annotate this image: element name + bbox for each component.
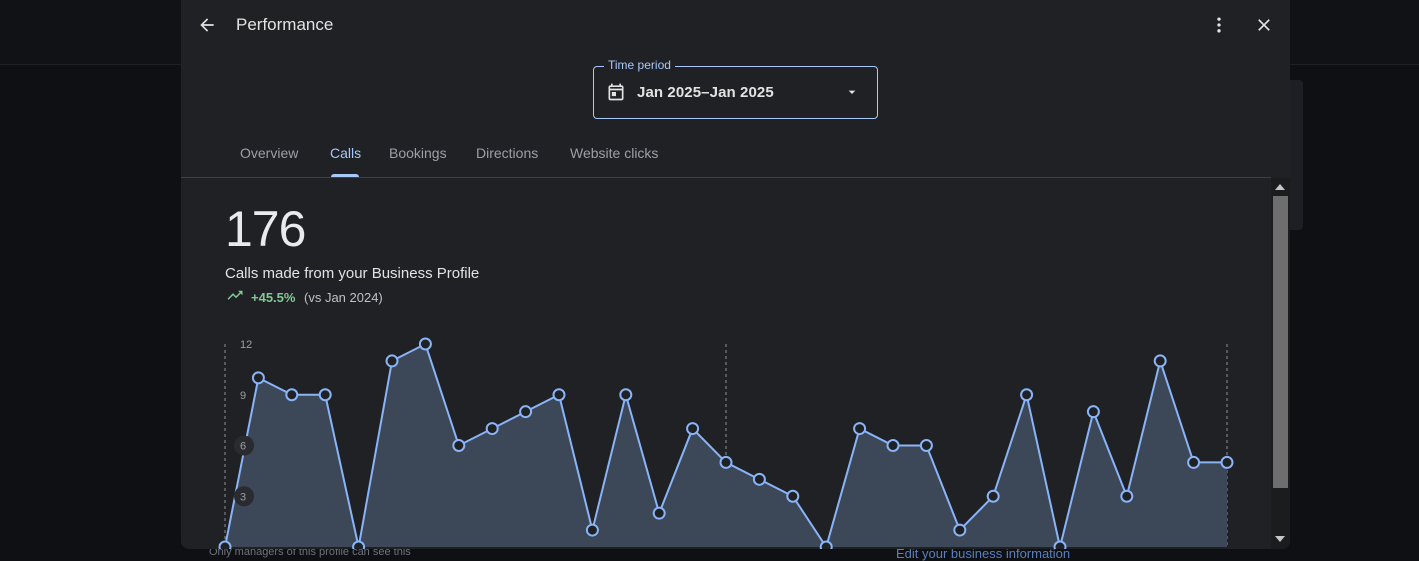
tab-bar: Overview Calls Bookings Directions Websi… [181, 135, 1271, 178]
chart-data-point[interactable] [218, 540, 232, 550]
chart-data-point[interactable] [652, 506, 666, 520]
chart-data-point[interactable] [786, 489, 800, 503]
chart-data-point[interactable] [986, 489, 1000, 503]
y-tick-label: 9 [240, 390, 246, 402]
chart-data-point[interactable] [686, 422, 700, 436]
chart-data-point[interactable] [1153, 354, 1167, 368]
close-button[interactable] [1246, 7, 1282, 43]
tab-overview[interactable]: Overview [240, 145, 298, 161]
arrow-back-icon [200, 18, 214, 32]
chart-data-point[interactable] [352, 540, 366, 550]
calendar-icon [608, 83, 624, 101]
chart-data-point[interactable] [819, 540, 833, 550]
tab-website-clicks[interactable]: Website clicks [570, 145, 658, 161]
chart-data-point[interactable] [385, 354, 399, 368]
chart-data-point[interactable] [1020, 388, 1034, 402]
chart-data-point[interactable] [552, 388, 566, 402]
chart-data-point[interactable] [1187, 455, 1201, 469]
more-vert-icon [1217, 17, 1221, 33]
more-options-button[interactable] [1201, 7, 1237, 43]
metric-change: +45.5% [251, 290, 296, 305]
chart-data-point[interactable] [752, 472, 766, 486]
scrollbar[interactable] [1271, 178, 1290, 549]
chart-data-point[interactable] [1120, 489, 1134, 503]
time-period-select[interactable]: Time period Jan 2025–Jan 2025 [593, 58, 878, 119]
dropdown-arrow-icon [848, 90, 856, 94]
chart-data-point[interactable] [1220, 455, 1234, 469]
close-icon [1258, 19, 1270, 31]
y-tick-label: 3 [240, 491, 246, 503]
chart-data-point[interactable] [886, 439, 900, 452]
chart-data-point[interactable] [285, 388, 299, 402]
calls-chart: 12 9 6 3 [218, 337, 1234, 550]
time-period-value: Jan 2025–Jan 2025 [637, 84, 774, 101]
chart-data-point[interactable] [1053, 540, 1067, 550]
tab-bookings[interactable]: Bookings [389, 145, 447, 161]
chart-data-point[interactable] [452, 439, 466, 452]
chart-data-point[interactable] [853, 422, 867, 436]
y-tick-label: 12 [240, 339, 252, 351]
back-button[interactable] [189, 7, 225, 43]
scroll-up-arrow-icon[interactable] [1275, 184, 1285, 190]
tab-directions[interactable]: Directions [476, 145, 538, 161]
chart-data-point[interactable] [251, 371, 265, 385]
trending-up-icon [227, 290, 243, 300]
active-tab-indicator [331, 174, 359, 177]
time-period-label: Time period [604, 58, 675, 72]
chart-data-point[interactable] [1086, 405, 1100, 419]
dialog-title: Performance [236, 15, 334, 34]
chart-data-point[interactable] [719, 455, 733, 469]
chart-data-point[interactable] [519, 405, 533, 419]
scroll-down-arrow-icon[interactable] [1275, 536, 1285, 542]
metric-comparison: (vs Jan 2024) [304, 290, 383, 305]
y-tick-label: 6 [240, 441, 246, 453]
performance-dialog: Performance Time period Jan 2025–Jan 202… [181, 0, 1290, 549]
chart-data-point[interactable] [953, 523, 967, 537]
metric-total: 176 [225, 201, 306, 257]
tab-calls[interactable]: Calls [330, 145, 361, 161]
scrollbar-thumb[interactable] [1273, 196, 1288, 488]
metric-label: Calls made from your Business Profile [225, 265, 480, 282]
chart-data-point[interactable] [418, 337, 432, 351]
chart-data-point[interactable] [485, 422, 499, 436]
chart-data-point[interactable] [585, 523, 599, 537]
chart-data-point[interactable] [619, 388, 633, 402]
chart-data-point[interactable] [318, 388, 332, 402]
chart-data-point[interactable] [919, 439, 933, 452]
